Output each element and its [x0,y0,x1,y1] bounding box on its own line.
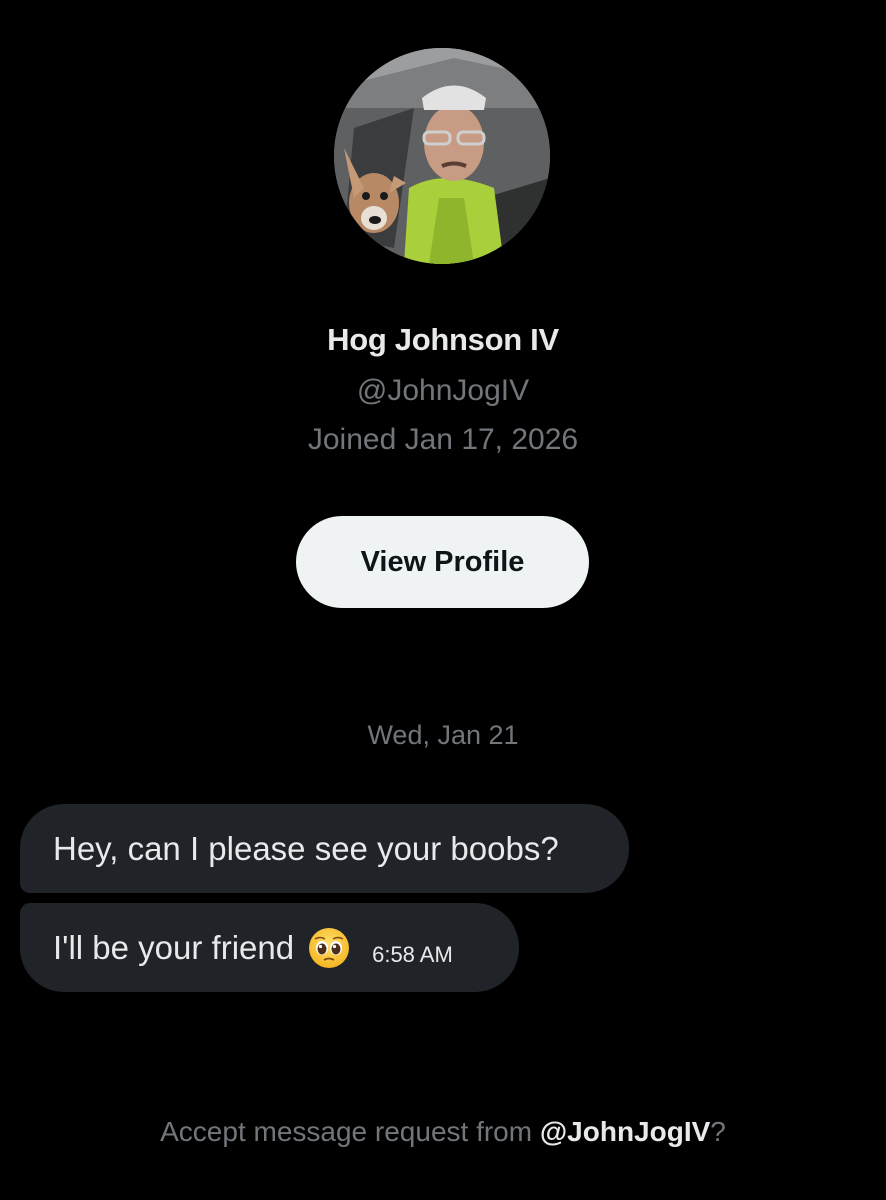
message-text: I'll be your friend [53,928,295,966]
profile-photo [334,48,550,264]
message-request-prompt: Accept message request from @JohnJogIV? [0,1116,886,1148]
message-bubble[interactable]: I'll be your friend 6:58 AM [20,903,519,992]
joined-date: Joined Jan 17, 2026 [307,423,579,456]
message-timestamp: 6:58 AM [372,941,453,967]
request-handle-link[interactable]: @JohnJogIV [540,1116,710,1147]
date-separator: Wed, Jan 21 [367,720,519,750]
view-profile-button[interactable]: View Profile [296,516,589,608]
avatar[interactable] [334,48,550,264]
message-text: Hey, can I please see your boobs? [53,829,559,867]
user-handle: @JohnJogIV [356,374,530,407]
pleading-face-emoji-icon [308,927,350,969]
message-bubble[interactable]: Hey, can I please see your boobs? [20,804,629,893]
request-suffix: ? [710,1116,726,1147]
request-prefix: Accept message request from [160,1116,540,1147]
display-name: Hog Johnson IV [327,322,559,357]
